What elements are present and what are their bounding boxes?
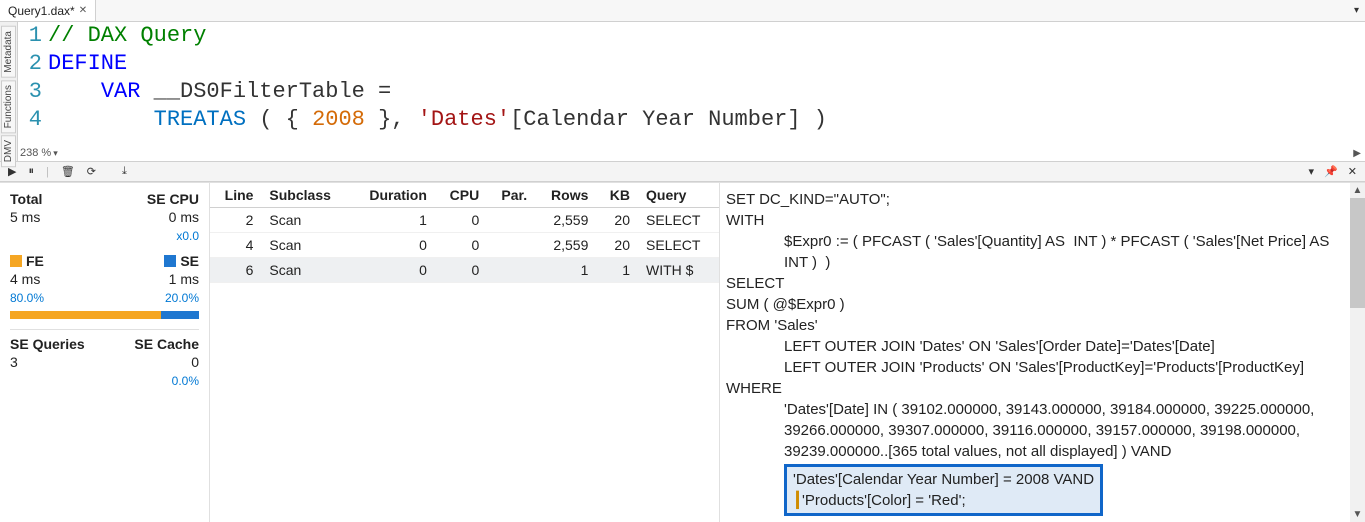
total-value: 5 ms	[10, 209, 40, 225]
scroll-up-icon[interactable]: ▲	[1350, 183, 1365, 198]
scan-col-query[interactable]: Query	[638, 183, 719, 208]
app-root: Query1.dax* ✕ ▾ Metadata Functions DMV 1…	[0, 0, 1365, 522]
chevron-down-icon: ▾	[53, 148, 58, 159]
table-row[interactable]: 4Scan002,55920SELECT	[210, 233, 719, 258]
side-rail: Metadata Functions DMV	[0, 22, 18, 161]
fe-se-bar	[10, 311, 199, 319]
sec-pct: 0.0%	[172, 374, 199, 388]
refresh-icon[interactable]: ⟳	[85, 165, 98, 178]
total-label: Total	[10, 191, 42, 207]
siderail-metadata[interactable]: Metadata	[1, 26, 16, 78]
seq-value: 3	[10, 354, 18, 370]
scroll-thumb[interactable]	[1350, 198, 1365, 308]
tab-label: Query1.dax*	[8, 4, 75, 18]
editor-area: Metadata Functions DMV 1234 // DAX Query…	[0, 22, 1365, 162]
xmsql-text: SET DC_KIND="AUTO";WITH$Expr0 := ( PFCAS…	[726, 189, 1355, 516]
chevron-down-icon: ▾	[1354, 5, 1359, 16]
se-bar-segment	[161, 311, 199, 319]
sec-label: SE Cache	[134, 336, 199, 352]
xmsql-pane[interactable]: SET DC_KIND="AUTO";WITH$Expr0 := ( PFCAS…	[720, 183, 1365, 522]
code-editor[interactable]: 1234 // DAX QueryDEFINE VAR __DS0FilterT…	[18, 22, 1365, 161]
tab-query1[interactable]: Query1.dax* ✕	[0, 0, 96, 21]
seq-label: SE Queries	[10, 336, 85, 352]
server-timings-pane: Total SE CPU 5 ms 0 ms x0.0 FE SE 4 ms 1…	[0, 182, 1365, 522]
close-icon[interactable]: ✕	[79, 5, 87, 16]
siderail-functions[interactable]: Functions	[1, 80, 16, 133]
editor-wrap: 1234 // DAX QueryDEFINE VAR __DS0FilterT…	[18, 22, 1365, 161]
pause-icon[interactable]: ⏸	[26, 165, 36, 178]
line-gutter: 1234	[18, 22, 48, 161]
fe-label: FE	[26, 253, 44, 269]
se-label: SE	[180, 253, 199, 269]
separator: |	[44, 166, 51, 178]
export-icon[interactable]: ⤓	[120, 165, 129, 178]
se-swatch	[164, 255, 176, 267]
fe-value: 4 ms	[10, 271, 40, 287]
scan-table[interactable]: LineSubclassDurationCPUPar.RowsKBQuery 2…	[210, 183, 719, 283]
scan-col-rows[interactable]: Rows	[535, 183, 596, 208]
se-pct: 20.0%	[165, 291, 199, 305]
scan-header-row: LineSubclassDurationCPUPar.RowsKBQuery	[210, 183, 719, 208]
secpu-label: SE CPU	[147, 191, 199, 207]
timing-stats: Total SE CPU 5 ms 0 ms x0.0 FE SE 4 ms 1…	[0, 183, 210, 522]
scan-col-cpu[interactable]: CPU	[435, 183, 487, 208]
scan-col-kb[interactable]: KB	[596, 183, 638, 208]
siderail-dmv[interactable]: DMV	[1, 135, 16, 167]
table-row[interactable]: 6Scan0011WITH $	[210, 258, 719, 283]
close-panel-icon[interactable]: ✕	[1346, 165, 1359, 178]
highlight-box: 'Dates'[Calendar Year Number] = 2008 VAN…	[784, 464, 1103, 516]
scan-table-pane: LineSubclassDurationCPUPar.RowsKBQuery 2…	[210, 183, 720, 522]
zoom-value: 238 %	[20, 147, 51, 159]
zoom-indicator[interactable]: 238 % ▾	[20, 147, 58, 159]
server-timings-toolbar: ▶ ⏸ | 🗑 ⟳ ⤓ ▾ 📌 ✕	[0, 162, 1365, 182]
pin-icon[interactable]: 📌	[1322, 165, 1340, 178]
fe-bar-segment	[10, 311, 161, 319]
se-value: 1 ms	[169, 271, 199, 287]
scroll-right-icon[interactable]: ▶	[1353, 148, 1361, 159]
scan-col-subclass[interactable]: Subclass	[261, 183, 350, 208]
scan-col-line[interactable]: Line	[210, 183, 261, 208]
fe-swatch	[10, 255, 22, 267]
scroll-down-icon[interactable]: ▼	[1350, 507, 1365, 522]
dropdown-icon[interactable]: ▾	[1307, 165, 1317, 178]
text-cursor: ┃	[793, 492, 802, 509]
scan-col-duration[interactable]: Duration	[350, 183, 434, 208]
scan-col-par.[interactable]: Par.	[487, 183, 535, 208]
table-row[interactable]: 2Scan102,55920SELECT	[210, 208, 719, 233]
sec-value: 0	[191, 354, 199, 370]
fe-pct: 80.0%	[10, 291, 44, 305]
document-tabstrip: Query1.dax* ✕ ▾	[0, 0, 1365, 22]
scrollbar[interactable]: ▲ ▼	[1350, 183, 1365, 522]
tabstrip-overflow[interactable]: ▾	[1348, 0, 1365, 21]
secpu-value: 0 ms	[169, 209, 199, 225]
secpu-mult: x0.0	[176, 229, 199, 243]
clear-icon[interactable]: 🗑	[59, 165, 77, 178]
code-body[interactable]: // DAX QueryDEFINE VAR __DS0FilterTable …	[48, 22, 1365, 161]
